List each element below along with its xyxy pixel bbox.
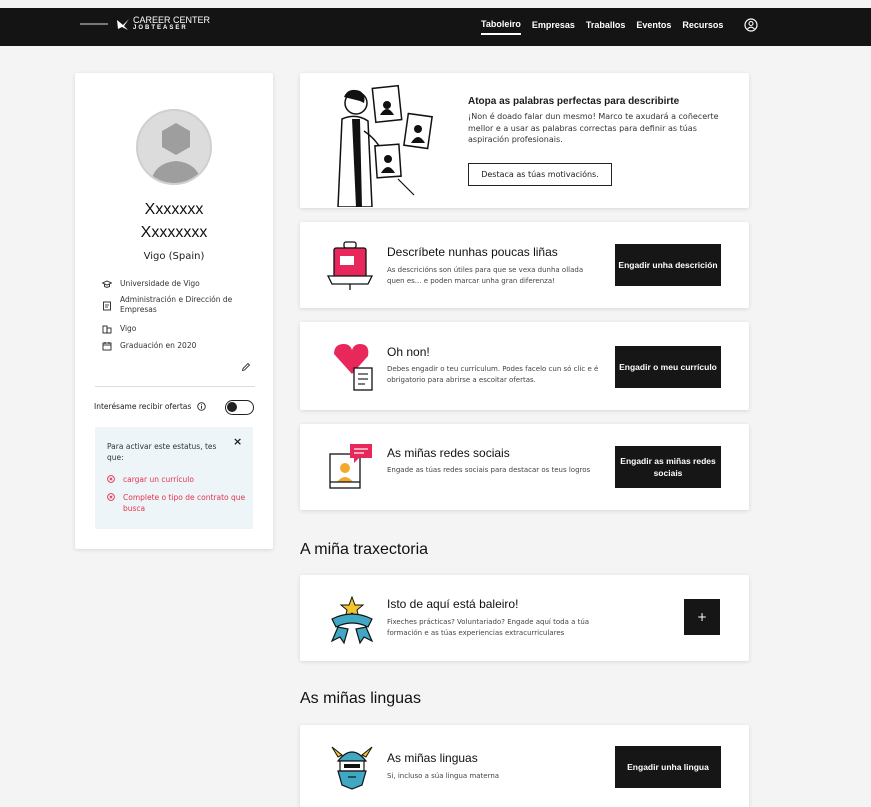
requirement-1-label: cargar un currículo xyxy=(123,475,194,484)
social-card-title: As miñas redes sociais xyxy=(387,446,510,460)
trajectory-card-text: Fixeches prácticas? Voluntariado? Engade… xyxy=(387,618,590,637)
add-social-networks-button[interactable]: Engadir as miñas redes sociais xyxy=(615,446,721,488)
add-cv-button[interactable]: Engadir o meu currículo xyxy=(615,346,721,388)
languages-heading: As miñas linguas xyxy=(300,690,421,707)
highlight-motivations-button[interactable]: Destaca as túas motivacións. xyxy=(468,163,612,186)
description-card-text: As descricións son útiles para que se ve… xyxy=(387,266,584,285)
languages-card: As miñas linguas Si, incluso a súa lingu… xyxy=(300,725,749,807)
info-city: Vigo xyxy=(102,324,136,334)
requirement-2-label: Complete o tipo de contrato que busca xyxy=(123,493,246,513)
nav-item-eventos[interactable]: Eventos xyxy=(636,20,671,34)
person-with-photos-illustration xyxy=(337,84,433,207)
social-profile-illustration xyxy=(329,444,372,489)
building-icon xyxy=(102,325,112,334)
hero-card: Atopa as palabras perfectas para describ… xyxy=(300,73,749,208)
star-ribbon-illustration xyxy=(330,595,374,645)
graduation-cap-icon xyxy=(102,280,112,288)
trajectory-heading: A miña traxectoria xyxy=(300,541,429,558)
offers-toggle-label: Interésame recibir ofertas xyxy=(94,402,207,411)
languages-card-title: As miñas linguas xyxy=(387,751,478,765)
error-circle-icon xyxy=(107,493,115,501)
profile-card: Xxxxxxx Xxxxxxxx Vigo (Spain) Universida… xyxy=(75,73,273,549)
divider xyxy=(95,386,255,387)
cv-card-text: Debes engadir o teu currículum. Podes fa… xyxy=(387,365,599,384)
notebook-illustration xyxy=(326,241,374,290)
requirement-contract-type[interactable]: Complete o tipo de contrato que busca xyxy=(107,492,247,514)
profile-last-name: Xxxxxxxx xyxy=(140,224,208,241)
close-icon[interactable]: × xyxy=(233,435,242,448)
university-label: Universidade de Vigo xyxy=(120,279,200,288)
info-university: Universidade de Vigo xyxy=(102,279,200,289)
info-icon[interactable] xyxy=(197,402,207,411)
top-navigation-bar: CAREER CENTER JOBTEASER Taboleiro Empres… xyxy=(0,8,871,46)
brand-line-2: JOBTEASER xyxy=(133,25,188,31)
description-card-title: Descríbete nunhas poucas liñas xyxy=(387,245,558,259)
trajectory-card-title: Isto de aquí está baleiro! xyxy=(387,597,519,611)
nav-item-traballos[interactable]: Traballos xyxy=(586,20,626,34)
social-networks-card: As miñas redes sociais Engade as túas re… xyxy=(300,424,749,510)
edit-pencil-icon[interactable] xyxy=(241,362,251,372)
brand-logo[interactable]: CAREER CENTER JOBTEASER xyxy=(80,16,210,32)
add-language-button[interactable]: Engadir unha lingua xyxy=(615,746,721,788)
trajectory-card: Isto de aquí está baleiro! Fixeches prác… xyxy=(300,575,749,661)
hero-description: ¡Non é doado falar dun mesmo! Marco te a… xyxy=(468,112,719,144)
heart-document-illustration xyxy=(334,344,373,391)
cv-card-title: Oh non! xyxy=(387,345,430,359)
nav-item-empresas[interactable]: Empresas xyxy=(532,20,575,34)
info-graduation: Graduación en 2020 xyxy=(102,341,196,351)
diploma-icon xyxy=(103,301,111,311)
description-card: Descríbete nunhas poucas liñas As descri… xyxy=(300,222,749,308)
social-card-text: Engade as túas redes sociais para destac… xyxy=(387,466,591,474)
profile-location: Vigo (Spain) xyxy=(143,251,205,262)
offers-label-text: Interésame recibir ofertas xyxy=(94,402,192,411)
university-logo-icon xyxy=(80,23,108,25)
notice-text: Para activar este estatus, tes que: xyxy=(107,442,217,462)
activation-notice: Para activar este estatus, tes que: × ca… xyxy=(95,427,253,529)
calendar-icon xyxy=(102,342,112,351)
nav-item-taboleiro[interactable]: Taboleiro xyxy=(481,19,521,35)
nav-item-recursos[interactable]: Recursos xyxy=(682,20,723,34)
hero-title: Atopa as palabras perfectas para describ… xyxy=(468,96,680,107)
brand-line-1: CAREER CENTER xyxy=(133,15,211,25)
degree-label: Administración e Dirección de Empresas xyxy=(120,295,233,314)
avatar-placeholder-icon xyxy=(150,123,202,183)
cv-card: Oh non! Debes engadir o teu currículum. … xyxy=(300,322,749,410)
career-center-logo-icon xyxy=(117,19,129,30)
add-description-button[interactable]: Engadir unha descrición xyxy=(615,244,721,286)
brand-text: CAREER CENTER JOBTEASER xyxy=(133,16,210,32)
error-circle-icon xyxy=(107,475,115,483)
add-experience-button[interactable]: + xyxy=(684,599,720,635)
info-degree: Administración e Dirección de Empresas xyxy=(102,295,252,315)
offers-toggle[interactable] xyxy=(225,400,254,415)
profile-first-name: Xxxxxxx xyxy=(144,201,204,218)
user-account-icon[interactable] xyxy=(744,18,759,32)
toggle-knob xyxy=(227,402,237,412)
graduation-label: Graduación en 2020 xyxy=(120,341,197,350)
requirement-upload-cv[interactable]: cargar un currículo xyxy=(107,474,194,485)
viking-illustration xyxy=(331,746,373,790)
main-nav: Taboleiro Empresas Traballos Eventos Rec… xyxy=(481,18,759,35)
avatar[interactable] xyxy=(136,109,212,185)
city-label: Vigo xyxy=(120,324,137,333)
languages-card-text: Si, incluso a súa lingua materna xyxy=(387,772,500,780)
